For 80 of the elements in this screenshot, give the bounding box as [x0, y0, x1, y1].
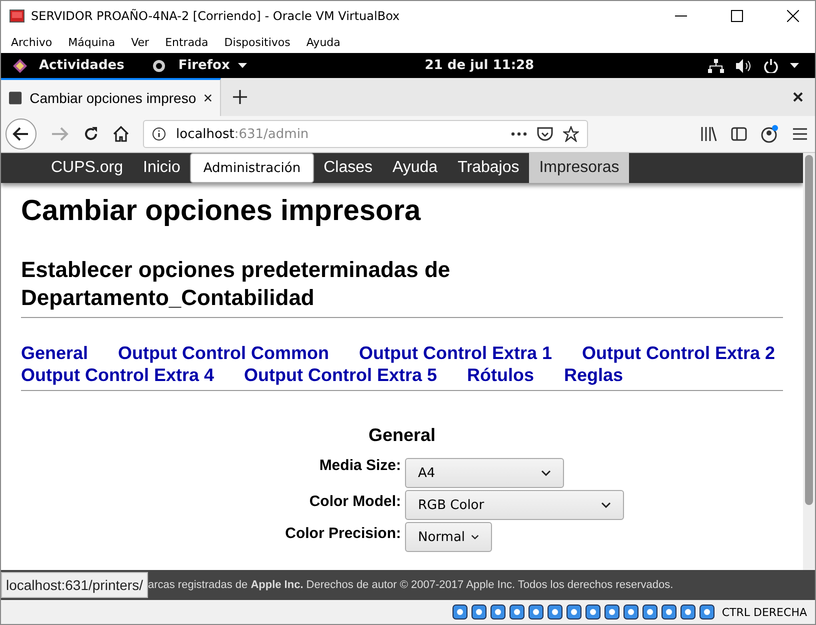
field-label: Media Size: — [318, 456, 402, 474]
device-icon[interactable] — [508, 604, 525, 620]
field-label: Color Precision: — [284, 524, 402, 542]
section-link[interactable]: Reglas — [564, 364, 624, 386]
home-icon[interactable] — [113, 126, 129, 142]
device-icon[interactable] — [528, 604, 544, 620]
device-icon[interactable] — [584, 604, 601, 620]
clock[interactable]: 21 de jul 11:28 — [424, 58, 534, 73]
device-icon[interactable] — [642, 604, 658, 620]
activities-icon — [13, 58, 27, 72]
caret-icon[interactable] — [790, 63, 800, 68]
account-icon[interactable] — [761, 125, 779, 143]
library-icon[interactable] — [701, 127, 717, 141]
device-icon[interactable] — [698, 604, 715, 620]
caret-icon — [238, 63, 247, 68]
address-bar[interactable]: localhost:631/admin — [143, 120, 588, 148]
section-link[interactable]: Output Control Extra 2 — [582, 342, 776, 364]
nav-tab[interactable]: Impresoras — [529, 153, 630, 183]
nav-tab[interactable]: Administración — [190, 153, 314, 183]
more-icon[interactable] — [511, 132, 527, 136]
close-icon[interactable] — [787, 10, 799, 22]
volume-icon[interactable] — [736, 58, 752, 72]
back-icon[interactable] — [5, 118, 37, 150]
menu-item[interactable]: Dispositivos — [224, 36, 290, 48]
dropdown[interactable]: A4 — [405, 458, 564, 488]
section-link[interactable]: Output Control Extra 1 — [359, 342, 552, 364]
network-icon[interactable] — [708, 58, 724, 72]
sidebar-icon[interactable] — [731, 127, 747, 141]
host-key: CTRL DERECHA — [722, 606, 807, 618]
power-icon[interactable] — [764, 58, 778, 72]
window-title: SERVIDOR PROAÑO-4NA-2 [Corriendo] - Oracle VM VirtualBox — [31, 9, 400, 23]
menu-item[interactable]: Entrada — [165, 36, 208, 48]
device-icon[interactable] — [452, 604, 468, 620]
nav-tab[interactable]: CUPS.org — [41, 153, 134, 183]
dropdown[interactable]: RGB Color — [405, 490, 624, 520]
copyright-text: arcas registradas de Apple Inc. Derechos de autor © 2007-2017 Apple Inc. Todos los derechos reservados. — [148, 579, 674, 591]
page-title: Cambiar opciones impresora — [21, 195, 422, 228]
device-icon[interactable] — [566, 604, 582, 620]
field-label: Color Model: — [308, 492, 402, 510]
device-icon[interactable] — [660, 604, 677, 620]
scrollbar-thumb[interactable] — [805, 155, 813, 505]
device-icon[interactable] — [546, 604, 563, 620]
nav-tab[interactable]: Ayuda — [382, 153, 448, 183]
info-icon[interactable] — [152, 127, 166, 141]
device-icon[interactable] — [680, 604, 696, 620]
form-heading: General — [367, 425, 437, 446]
pocket-icon[interactable] — [537, 126, 553, 142]
section-link[interactable]: Rótulos — [467, 364, 534, 386]
menu-icon[interactable] — [793, 128, 807, 140]
close-icon[interactable] — [793, 92, 803, 102]
section-link[interactable]: Output Control Extra 5 — [244, 364, 437, 386]
device-icon[interactable] — [470, 604, 487, 620]
link-preview: localhost:631/printers/ — [1, 572, 148, 598]
section-link[interactable]: General — [21, 342, 88, 364]
chevron-icon — [471, 534, 479, 540]
close-icon[interactable] — [204, 93, 212, 103]
dropdown[interactable]: Normal — [405, 522, 492, 552]
virtualbox-icon — [9, 8, 25, 24]
device-icon[interactable] — [490, 604, 506, 620]
menu-item[interactable]: Ver — [131, 36, 150, 48]
chevron-icon — [541, 470, 551, 476]
new-tab-icon[interactable] — [233, 90, 247, 104]
menu-item[interactable]: Máquina — [68, 36, 116, 48]
section-link[interactable]: Output Control Common — [118, 342, 330, 364]
browser-tab[interactable]: Cambiar opciones impreso — [1, 78, 221, 116]
nav-tab[interactable]: Inicio — [133, 153, 190, 183]
app-menu[interactable]: Firefox — [178, 58, 230, 73]
nav-tab[interactable]: Trabajos — [448, 153, 530, 183]
reload-icon[interactable] — [83, 126, 99, 142]
page-subtitle: Establecer opciones predeterminadas de Departamento_Contabilidad — [21, 256, 783, 318]
device-icon[interactable] — [604, 604, 620, 620]
star-icon[interactable] — [563, 126, 579, 142]
maximize-icon[interactable] — [731, 10, 743, 22]
chevron-icon — [601, 502, 611, 508]
device-icon[interactable] — [622, 604, 639, 620]
menu-item[interactable]: Archivo — [11, 36, 52, 48]
menu-item[interactable]: Ayuda — [306, 36, 340, 48]
nav-tab[interactable]: Clases — [314, 153, 382, 183]
section-link[interactable]: Output Control Extra 4 — [21, 364, 214, 386]
activities-button[interactable]: Actividades — [39, 58, 124, 73]
